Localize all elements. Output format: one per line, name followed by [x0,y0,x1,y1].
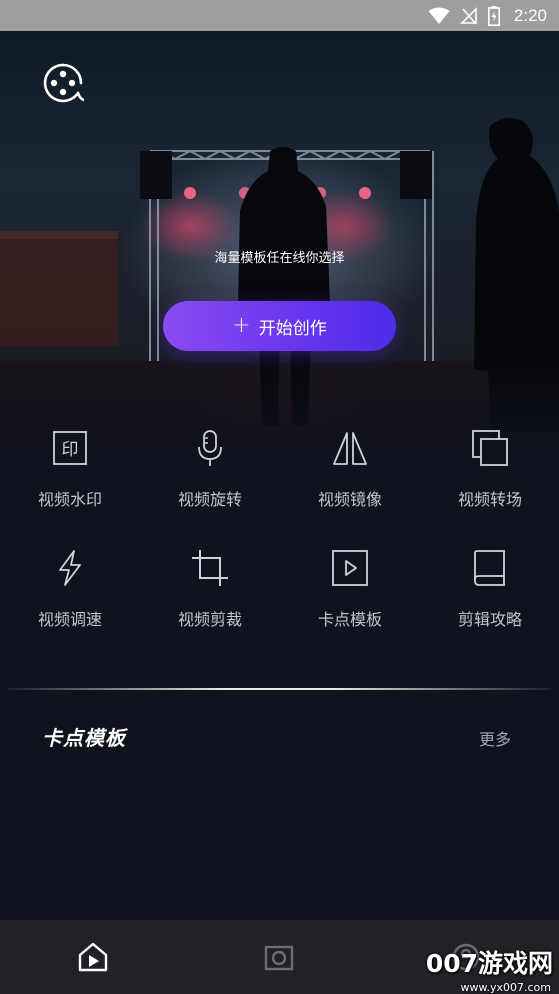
tool-video-crop[interactable]: 视频剪裁 [140,548,280,630]
section-title: 卡点模板 [42,726,126,750]
battery-charging-icon [487,5,500,26]
status-time: 2:20 [513,5,547,25]
tool-label: 视频剪裁 [177,610,242,629]
tool-label: 视频转场 [457,490,522,509]
watermark-stamp-icon: 印 [53,431,87,465]
home-video-icon [78,942,108,972]
tool-label: 视频旋转 [177,490,242,509]
signal-off-icon [459,6,478,25]
plus-icon: + [232,313,251,338]
tool-label: 视频水印 [37,490,102,509]
tool-editing-guide[interactable]: 剪辑攻略 [420,548,559,630]
mirror-flip-icon [333,432,367,465]
tool-label: 卡点模板 [317,610,382,629]
tool-label: 视频镜像 [317,490,382,509]
section-divider [8,688,551,690]
svg-text:印: 印 [62,440,79,460]
wifi-icon [428,7,450,25]
nav-camera[interactable] [186,920,372,994]
film-reel-logo-button[interactable] [42,62,86,104]
camera-icon [265,945,294,971]
tool-label: 剪辑攻略 [457,610,522,629]
hero-subtitle: 海量模板任在线你选择 [214,251,345,266]
start-creating-button[interactable]: + 开始创作 [163,301,396,351]
crop-icon [192,550,228,586]
app-screen: 2:20 海量模板任在线你选择 + 开始创作 印 视频水印 视频旋转 视频镜像 … [0,0,559,994]
tool-beat-template[interactable]: 卡点模板 [280,548,420,630]
microphone-icon [198,430,222,466]
tool-video-watermark[interactable]: 印 视频水印 [0,428,140,510]
transition-layers-icon [472,430,508,466]
tool-label: 视频调速 [37,610,102,629]
play-box-icon [332,550,368,586]
site-watermark: 007游戏网 [425,949,553,978]
site-watermark-url: www.yx007.com [460,981,551,994]
status-bar: 2:20 [0,0,559,31]
lightning-icon [59,550,81,586]
book-icon [474,550,505,586]
tool-video-rotate[interactable]: 视频旋转 [140,428,280,510]
tool-video-transition[interactable]: 视频转场 [420,428,559,510]
nav-home[interactable] [0,920,186,994]
film-reel-icon [43,63,86,103]
start-creating-label: 开始创作 [258,318,327,339]
more-link[interactable]: 更多 [479,726,511,750]
tool-video-mirror[interactable]: 视频镜像 [280,428,420,510]
tool-video-speed[interactable]: 视频调速 [0,548,140,630]
